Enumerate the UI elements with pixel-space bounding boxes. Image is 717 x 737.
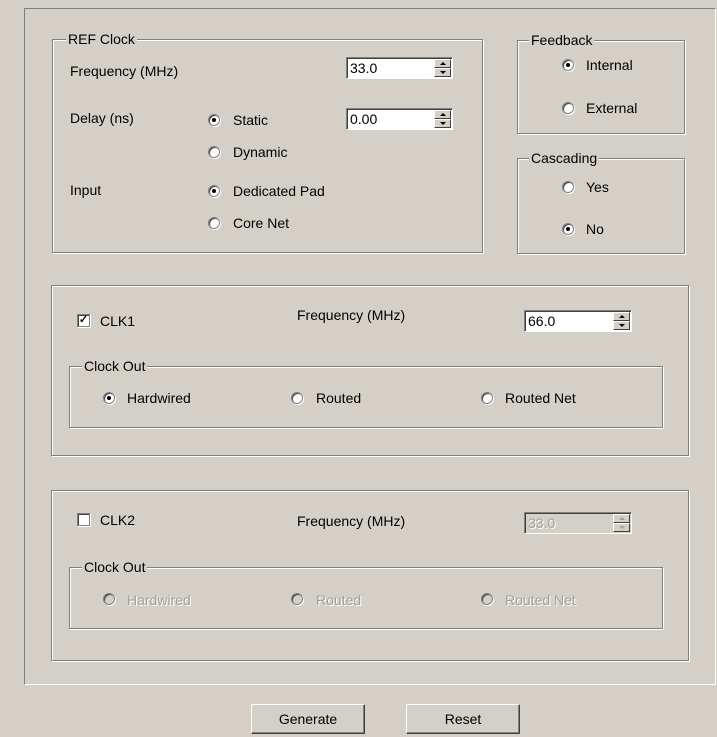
feedback-internal-label[interactable]: Internal [586,57,633,73]
delay-dynamic-radio[interactable] [208,146,220,158]
clk2-label[interactable]: CLK2 [100,512,135,528]
ref-frequency-up-button[interactable] [434,59,451,68]
clk1-routed-net-label[interactable]: Routed Net [505,390,576,406]
clk2-routed-net-label[interactable]: Routed Net [505,592,576,608]
cascading-no-radio[interactable] [562,223,574,235]
delay-down-button[interactable] [434,119,451,128]
arrow-up-icon [440,113,446,116]
input-dedicated-pad-radio[interactable] [208,185,220,197]
feedback-external-radio[interactable] [562,102,574,114]
ref-frequency-spinner[interactable]: 33.0 [346,57,453,79]
delay-value[interactable]: 0.00 [350,111,377,127]
clk2-routed-net-radio[interactable] [481,593,493,605]
arrow-down-icon [619,324,625,327]
clk1-frequency-value[interactable]: 66.0 [528,313,555,329]
clk2-frequency-value[interactable]: 33.0 [528,515,555,531]
input-core-net-label[interactable]: Core Net [233,215,289,231]
clk1-frequency-down-button[interactable] [613,321,630,330]
clk2-clock-out-title: Clock Out [82,559,148,575]
clk1-routed-radio[interactable] [291,392,303,404]
clk1-routed-net-radio[interactable] [481,392,493,404]
clk1-frequency-label: Frequency (MHz) [297,307,406,323]
clk1-routed-label[interactable]: Routed [316,390,361,406]
clk2-hardwired-radio[interactable] [103,593,115,605]
clk2-routed-label[interactable]: Routed [316,592,361,608]
ref-clock-title: REF Clock [66,31,137,47]
arrow-down-icon [440,122,446,125]
arrow-up-icon [619,517,625,520]
clk2-frequency-spinner[interactable]: 33.0 [524,512,632,534]
clk2-frequency-up-button[interactable] [613,514,630,523]
clk1-hardwired-label[interactable]: Hardwired [127,390,191,406]
delay-label: Delay (ns) [70,110,134,126]
cascading-no-label[interactable]: No [586,221,604,237]
delay-static-label[interactable]: Static [233,112,268,128]
feedback-title: Feedback [529,32,595,48]
clk1-checkbox[interactable]: ✓ [77,314,90,327]
clk2-routed-radio[interactable] [291,593,303,605]
cascading-yes-radio[interactable] [562,181,574,193]
reset-button[interactable]: Reset [406,704,520,734]
feedback-internal-radio[interactable] [562,59,574,71]
input-label: Input [70,182,102,198]
delay-spinner[interactable]: 0.00 [346,108,453,130]
clk2-checkbox[interactable] [77,513,90,526]
clk1-frequency-up-button[interactable] [613,312,630,321]
feedback-external-label[interactable]: External [586,100,637,116]
clk2-hardwired-label[interactable]: Hardwired [127,592,191,608]
delay-up-button[interactable] [434,110,451,119]
input-dedicated-pad-label[interactable]: Dedicated Pad [233,183,325,199]
check-mark-icon: ✓ [78,314,89,326]
arrow-up-icon [440,62,446,65]
generate-button[interactable]: Generate [251,704,365,734]
ref-frequency-down-button[interactable] [434,68,451,77]
input-core-net-radio[interactable] [208,217,220,229]
clk2-frequency-down-button[interactable] [613,523,630,532]
arrow-down-icon [619,526,625,529]
ref-frequency-label: Frequency (MHz) [70,63,179,79]
ref-frequency-value[interactable]: 33.0 [350,60,377,76]
clk1-clock-out-title: Clock Out [82,358,148,374]
delay-dynamic-label[interactable]: Dynamic [233,144,287,160]
arrow-down-icon [440,71,446,74]
arrow-up-icon [619,315,625,318]
clk1-hardwired-radio[interactable] [103,392,115,404]
cascading-group [517,158,685,254]
clk1-label[interactable]: CLK1 [100,313,135,329]
cascading-yes-label[interactable]: Yes [586,179,609,195]
clk1-frequency-spinner[interactable]: 66.0 [524,310,632,332]
delay-static-radio[interactable] [208,114,220,126]
cascading-title: Cascading [529,150,600,166]
feedback-group [517,40,685,134]
clk2-frequency-label: Frequency (MHz) [297,513,406,529]
